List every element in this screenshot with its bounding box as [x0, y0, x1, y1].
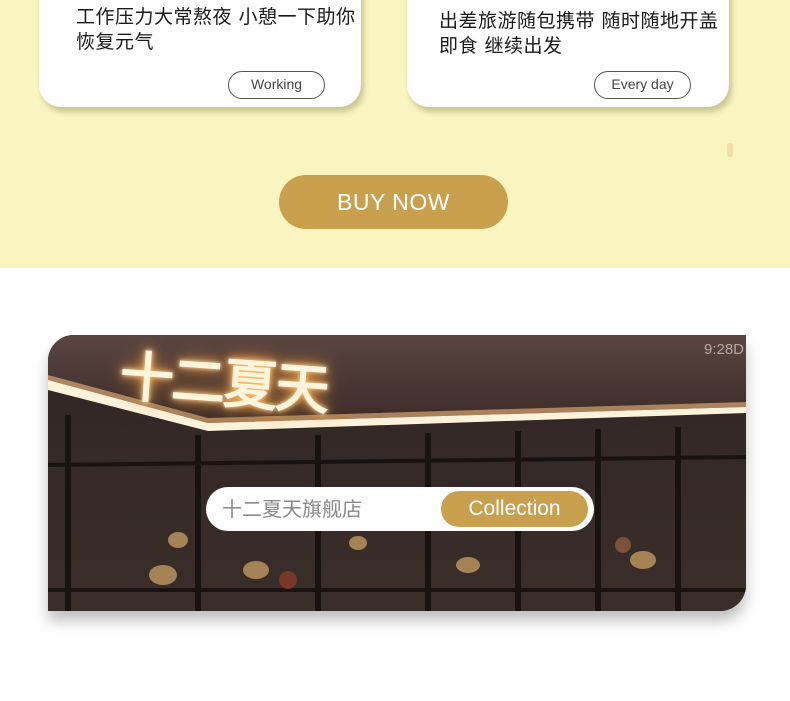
buy-now-button[interactable]: BUY NOW: [279, 175, 508, 229]
collection-button[interactable]: Collection: [441, 491, 588, 527]
feature-card-working: 工作压力大常熬夜 小憩一下助你恢复元气 Working: [39, 0, 361, 107]
feature-card-text: 工作压力大常熬夜 小憩一下助你恢复元气: [76, 6, 356, 53]
feature-card-text: 出差旅游随包携带 随时随地开盖即食 继续出发: [439, 10, 719, 57]
store-search-bar[interactable]: 十二夏天旗舰店 Collection: [206, 487, 594, 531]
decorative-mark: [727, 143, 733, 157]
store-name-text: 十二夏天旗舰店: [222, 497, 362, 521]
promo-section: 工作压力大常熬夜 小憩一下助你恢复元气 Working 出差旅游随包携带 随时随…: [0, 0, 790, 268]
store-sign: 十二夏天: [117, 343, 330, 423]
feature-card-tag[interactable]: Every day: [594, 71, 691, 99]
feature-card-every-day: 出差旅游随包携带 随时随地开盖即食 继续出发 Every day: [407, 0, 729, 107]
store-number: 9:28D: [703, 341, 744, 358]
feature-card-tag[interactable]: Working: [228, 71, 325, 99]
store-banner[interactable]: 十二夏天 9:28D 十二夏天旗舰店 Collection: [48, 335, 746, 611]
